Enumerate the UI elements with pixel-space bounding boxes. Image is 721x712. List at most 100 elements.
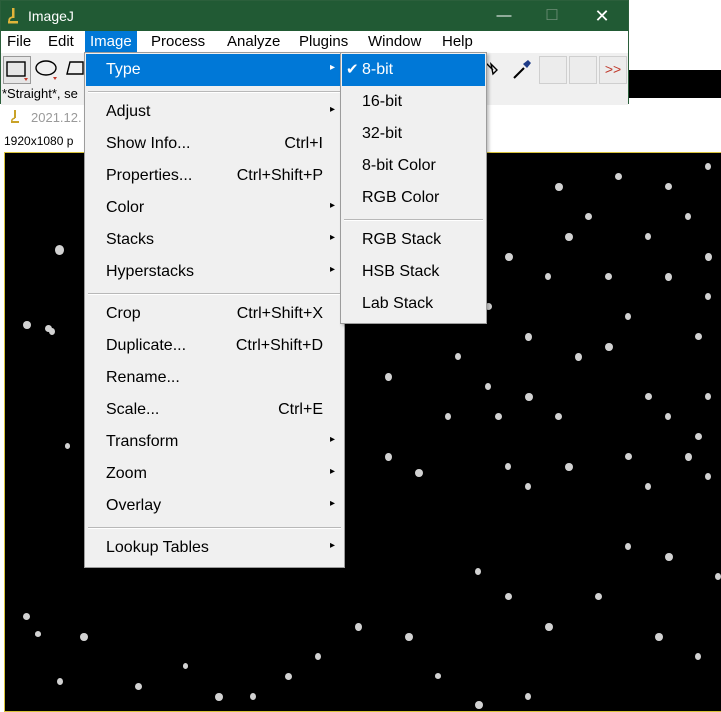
nucleus-spot <box>505 593 512 600</box>
nucleus-spot <box>695 333 702 340</box>
color-picker-tool[interactable] <box>509 56 537 84</box>
nucleus-spot <box>435 673 441 679</box>
checkmark-icon: ✔ <box>346 61 359 78</box>
menu-edit[interactable]: Edit <box>43 31 79 53</box>
type-item-32-bit[interactable]: 32-bit <box>342 118 485 150</box>
close-button[interactable]: ✕ <box>579 1 625 31</box>
nucleus-spot <box>495 413 502 420</box>
nucleus-spot <box>685 213 691 220</box>
nucleus-spot <box>695 653 701 660</box>
nucleus-spot <box>485 383 491 390</box>
menu-item-properties[interactable]: Properties... Ctrl+Shift+P <box>86 160 343 192</box>
nucleus-spot <box>645 393 652 400</box>
menu-item-scale[interactable]: Scale... Ctrl+E <box>86 394 343 426</box>
nucleus-spot <box>705 293 711 300</box>
shortcut-label: Ctrl+E <box>278 401 323 418</box>
nucleus-spot <box>525 393 533 402</box>
menu-item-rename[interactable]: Rename... <box>86 362 343 394</box>
menu-file[interactable]: File <box>2 31 36 53</box>
menu-item-crop[interactable]: Crop Ctrl+Shift+X <box>86 298 343 330</box>
shortcut-label: Ctrl+Shift+P <box>236 167 323 184</box>
oval-tool-icon <box>35 60 57 80</box>
nucleus-spot <box>565 463 573 472</box>
menu-analyze[interactable]: Analyze <box>222 31 285 53</box>
menu-item-hyperstacks[interactable]: Hyperstacks ▸ <box>86 256 343 288</box>
maximize-button[interactable]: ☐ <box>529 1 575 31</box>
submenu-arrow-icon: ▸ <box>329 62 335 73</box>
nucleus-spot <box>183 663 188 669</box>
nucleus-spot <box>605 273 612 280</box>
empty-tool-slot[interactable] <box>539 56 567 84</box>
nucleus-spot <box>49 328 55 335</box>
menu-window[interactable]: Window <box>363 31 426 53</box>
menu-item-stacks[interactable]: Stacks ▸ <box>86 224 343 256</box>
rectangle-tool[interactable] <box>3 56 31 84</box>
nucleus-spot <box>65 443 70 449</box>
type-item-8-bit[interactable]: ✔ 8-bit <box>342 54 485 86</box>
nucleus-spot <box>585 213 592 220</box>
empty-tool-slot[interactable] <box>569 56 597 84</box>
submenu-arrow-icon: ▸ <box>329 104 335 115</box>
background-window-edge <box>629 70 721 98</box>
nucleus-spot <box>475 568 481 575</box>
type-item-rgb-stack[interactable]: RGB Stack <box>342 224 485 256</box>
menu-process[interactable]: Process <box>146 31 210 53</box>
submenu-arrow-icon: ▸ <box>329 264 335 275</box>
nucleus-spot <box>665 183 672 190</box>
nucleus-spot <box>23 321 31 330</box>
menu-plugins[interactable]: Plugins <box>294 31 353 53</box>
type-item-hsb-stack[interactable]: HSB Stack <box>342 256 485 288</box>
nucleus-spot <box>645 483 651 490</box>
menu-item-transform[interactable]: Transform ▸ <box>86 426 343 458</box>
image-window-title: 2021.12. <box>31 110 82 125</box>
minimize-button[interactable]: — <box>481 1 527 31</box>
title-bar[interactable]: ImageJ — ☐ ✕ <box>1 1 628 31</box>
nucleus-spot <box>605 343 613 352</box>
menu-separator <box>344 219 483 221</box>
menu-item-color[interactable]: Color ▸ <box>86 192 343 224</box>
menu-help[interactable]: Help <box>437 31 478 53</box>
nucleus-spot <box>315 653 321 660</box>
type-item-rgb-color[interactable]: RGB Color <box>342 182 485 214</box>
type-item-16-bit[interactable]: 16-bit <box>342 86 485 118</box>
menu-item-overlay[interactable]: Overlay ▸ <box>86 490 343 522</box>
nucleus-spot <box>715 573 721 580</box>
nucleus-spot <box>215 693 223 702</box>
submenu-arrow-icon: ▸ <box>329 466 335 477</box>
nucleus-spot <box>250 693 256 700</box>
nucleus-spot <box>57 678 63 685</box>
menu-item-duplicate[interactable]: Duplicate... Ctrl+Shift+D <box>86 330 343 362</box>
menu-item-type[interactable]: Type ▸ <box>86 54 343 86</box>
nucleus-spot <box>625 453 632 460</box>
nucleus-spot <box>475 701 483 710</box>
polygon-tool-icon <box>66 61 84 75</box>
nucleus-spot <box>385 453 392 462</box>
menu-item-adjust[interactable]: Adjust ▸ <box>86 96 343 128</box>
menu-item-show-info[interactable]: Show Info... Ctrl+I <box>86 128 343 160</box>
menu-item-zoom[interactable]: Zoom ▸ <box>86 458 343 490</box>
type-item-8-bit-color[interactable]: 8-bit Color <box>342 150 485 182</box>
nucleus-spot <box>575 353 582 362</box>
nucleus-spot <box>595 593 602 600</box>
shortcut-label: Ctrl+Shift+D <box>235 337 323 354</box>
nucleus-spot <box>705 253 712 262</box>
microscope-icon <box>11 110 19 123</box>
oval-tool[interactable] <box>33 56 61 84</box>
nucleus-spot <box>545 623 553 632</box>
nucleus-spot <box>445 413 451 420</box>
menu-bar: File Edit Image Process Analyze Plugins … <box>1 31 628 53</box>
submenu-arrow-icon: ▸ <box>329 540 335 551</box>
menu-item-lookup-tables[interactable]: Lookup Tables ▸ <box>86 532 343 564</box>
nucleus-spot <box>505 253 513 262</box>
nucleus-spot <box>455 353 461 360</box>
color-picker-icon <box>513 60 531 79</box>
nucleus-spot <box>405 633 413 642</box>
status-text: *Straight*, se <box>2 86 78 101</box>
more-tools-button[interactable]: >> <box>599 56 627 84</box>
nucleus-spot <box>135 683 142 690</box>
menu-image[interactable]: Image <box>85 31 137 53</box>
nucleus-spot <box>355 623 362 632</box>
nucleus-spot <box>80 633 88 642</box>
type-item-lab-stack[interactable]: Lab Stack <box>342 288 485 320</box>
nucleus-spot <box>705 393 711 400</box>
